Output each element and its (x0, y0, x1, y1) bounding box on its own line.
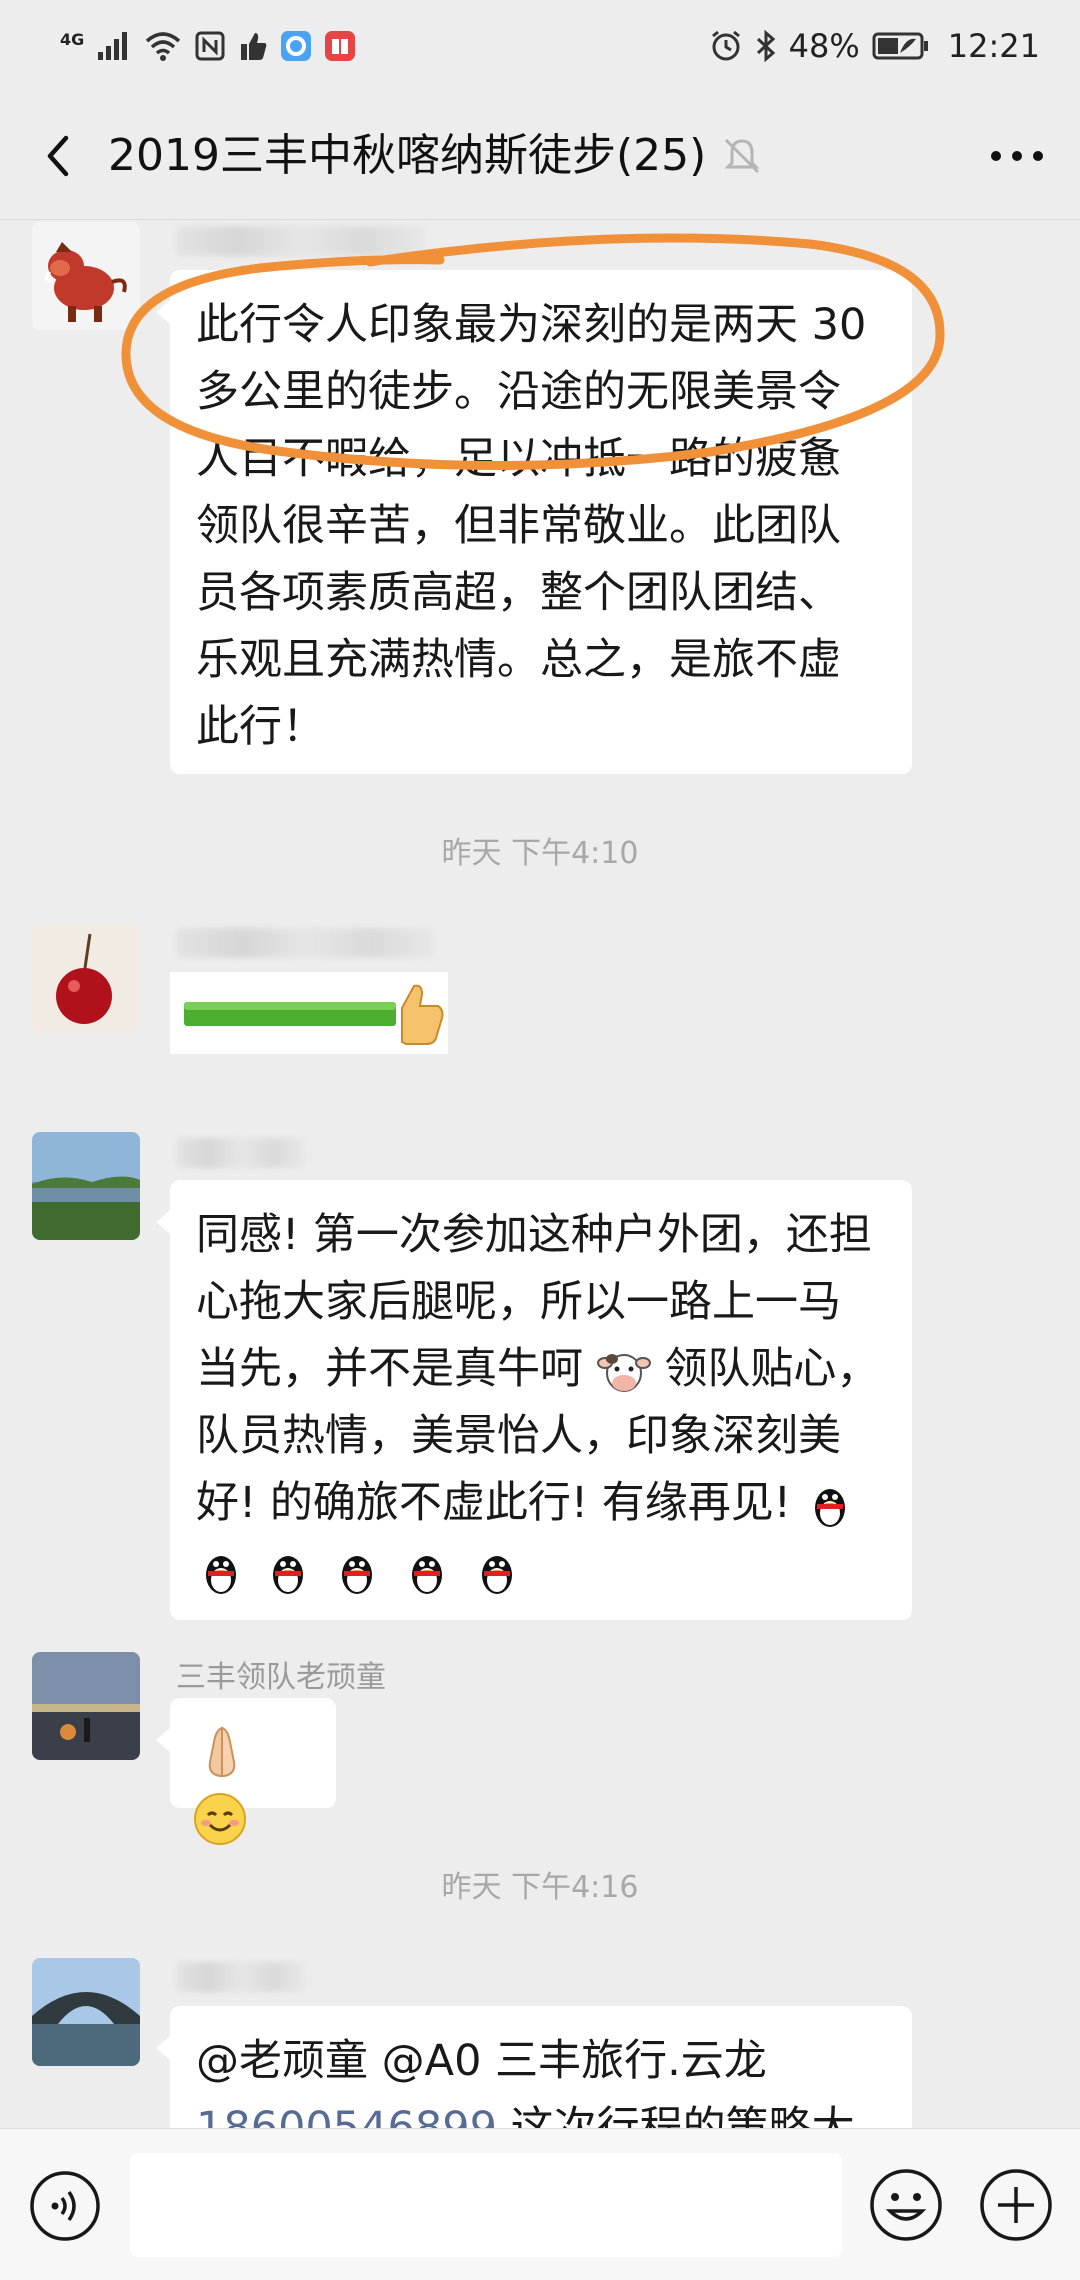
timestamp: 昨天 下午4:16 (441, 1870, 639, 1905)
cow-face-icon (596, 1353, 651, 1392)
alarm-icon (711, 30, 740, 61)
message-text: 心拖大家后腿呢，所以一路上一马 (196, 1277, 841, 1327)
message-text: 队员热情，美景怡人，印象深刻美 (196, 1411, 841, 1461)
message-line: 18600546899 这次行程的策略大 (196, 2095, 886, 2128)
avatar[interactable] (32, 924, 140, 1032)
sender-name-blurred (176, 1962, 306, 1992)
app-icon (281, 31, 312, 61)
message-text: 领队很辛苦，但非常敬业。此团队 (196, 501, 841, 551)
penguin-icon (814, 1488, 845, 1527)
voice-icon[interactable] (28, 2169, 102, 2243)
status-icons-left: 4G (60, 24, 356, 68)
bell-muted-icon (724, 138, 760, 174)
message-text: 员各项素质高超，整个团队团结、 (196, 568, 841, 618)
highlight-circle (121, 233, 945, 470)
bluetooth-icon (756, 29, 775, 63)
message-text: @老顽童 @A0 三丰旅行.云龙 (196, 2036, 767, 2086)
penguin-icon (481, 1555, 512, 1594)
dusk-beach-avatar-icon (32, 1652, 140, 1760)
message-text: 同感! 第一次参加这种户外团，还担 (196, 1210, 872, 1260)
penguin-icon (272, 1555, 303, 1594)
chat-header: 2019三丰中秋喀纳斯徒步(25) (0, 92, 1080, 220)
network-type: 4G (60, 29, 85, 49)
sender-name-blurred (176, 928, 436, 958)
thumb-icon (241, 33, 267, 60)
message-text: 这次行程的策略大 (510, 2103, 855, 2128)
message-bubble[interactable]: @老顽童 @A0 三丰旅行.云龙 18600546899 这次行程的策略大 (156, 2006, 912, 2128)
status-bar: 4G 48% 12:21 (0, 0, 1080, 92)
emoji-row (196, 1537, 886, 1604)
more-dots-icon[interactable] (982, 126, 1052, 186)
signal-icon (98, 32, 128, 60)
message-line: 好! 的确旅不虚此行! 有缘再见! (196, 1470, 886, 1537)
penguin-icon (342, 1555, 373, 1594)
clock: 12:21 (947, 27, 1040, 65)
chevron-left-icon[interactable] (30, 126, 90, 186)
plus-icon[interactable] (978, 2167, 1054, 2243)
battery-icon (872, 32, 928, 60)
emoji-icon[interactable] (868, 2167, 944, 2243)
message-text: 此行！ (196, 702, 325, 752)
input-bar (0, 2128, 1080, 2280)
sender-name: 三丰领队老顽童 (176, 1660, 386, 1695)
penguin-icon (206, 1555, 236, 1594)
phone-link[interactable]: 18600546899 (196, 2103, 497, 2128)
message-list[interactable]: 此行令人印象最为深刻的是两天 30 多公里的徒步。沿途的无限美景令 人目不暇给，… (0, 220, 1080, 2128)
message-text: 领队贴心， (664, 1344, 880, 1394)
pray-hands-icon (208, 1726, 236, 1777)
cherry-avatar-icon (32, 924, 140, 1032)
avatar[interactable] (32, 1652, 140, 1760)
timestamp: 昨天 下午4:10 (441, 836, 639, 871)
message-text: 当先，并不是真牛呵 (196, 1344, 583, 1394)
sender-name-blurred (176, 1138, 306, 1168)
progress-bar-thumbs-up-sticker (184, 984, 444, 1045)
penguin-icon (412, 1555, 443, 1594)
message-bubble[interactable]: 同感! 第一次参加这种户外团，还担 心拖大家后腿呢，所以一路上一马 当先，并不是… (156, 1180, 912, 1620)
message-input[interactable] (130, 2153, 842, 2257)
sticker-message[interactable] (170, 972, 448, 1054)
avatar[interactable] (32, 1132, 140, 1240)
bridge-avatar-icon (32, 1958, 140, 2066)
smiling-face-icon (194, 1792, 246, 1845)
wifi-icon (146, 32, 181, 61)
status-icons-right: 48% 12:21 (709, 24, 1040, 68)
chat-title: 2019三丰中秋喀纳斯徒步(25) (108, 130, 707, 181)
message-text: 乐观且充满热情。总之，是旅不虚 (196, 635, 841, 685)
message-line: 当先，并不是真牛呵 领队贴心， (196, 1336, 886, 1403)
battery-percent: 48% (788, 27, 860, 65)
lake-avatar-icon (32, 1132, 140, 1240)
nfc-icon (195, 31, 225, 61)
book-app-icon (325, 31, 356, 61)
message-text: 好! 的确旅不虚此行! 有缘再见! (196, 1478, 792, 1528)
message-bubble[interactable] (156, 1698, 336, 1845)
avatar[interactable] (32, 1958, 140, 2066)
